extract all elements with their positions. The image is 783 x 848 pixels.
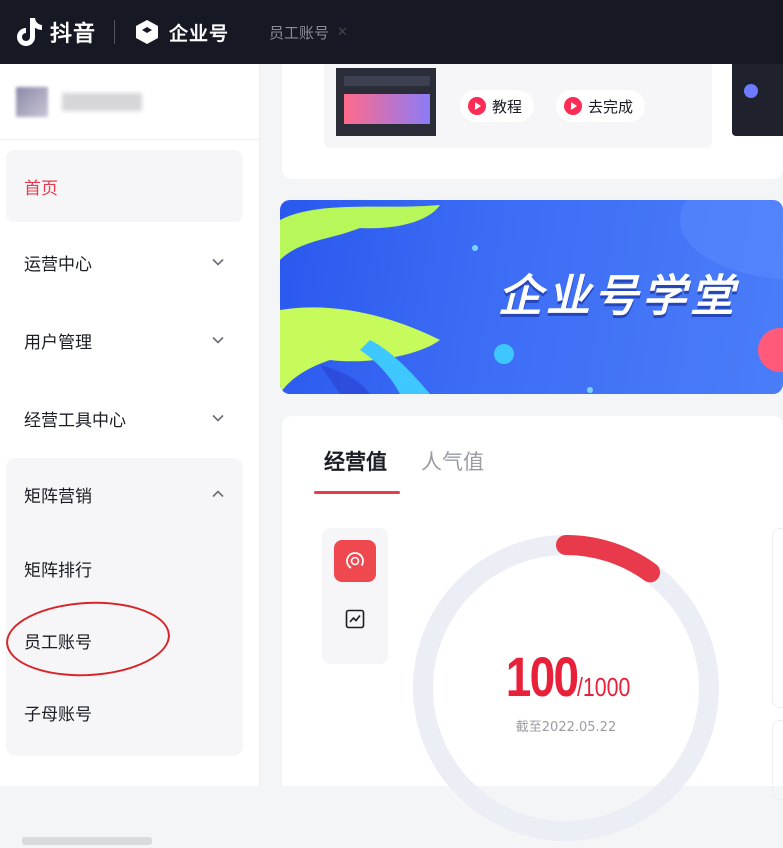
sidebar-item-operations[interactable]: 运营中心 — [6, 224, 243, 300]
sidebar-item-home[interactable]: 首页 — [6, 150, 243, 222]
blurred-label — [22, 837, 152, 845]
enterprise-logo-icon — [136, 20, 159, 44]
chevron-down-icon — [212, 414, 224, 422]
sidebar-item-clipped[interactable] — [22, 834, 222, 848]
task-thumbnail — [336, 68, 436, 136]
gauge-icon — [346, 552, 364, 570]
user-profile[interactable] — [0, 64, 259, 140]
sidebar-group-matrix: 矩阵营销 矩阵排行 员工账号 子母账号 — [6, 458, 243, 756]
sidebar-item-users[interactable]: 用户管理 — [6, 302, 243, 378]
top-bar: 抖音 企业号 员工账号 ✕ — [0, 0, 783, 64]
sidebar-item-label: 矩阵营销 — [24, 486, 92, 507]
tab-label: 员工账号 — [269, 23, 330, 42]
app-icon — [744, 84, 758, 98]
main-content: 教程 去完成 企业号学堂 经营值 人气值 100/1000 截至2022.05.… — [260, 64, 783, 841]
side-panel-2 — [772, 720, 783, 800]
score-max: /1000 — [577, 672, 631, 702]
douyin-brand[interactable]: 抖音 — [14, 16, 96, 48]
complete-label: 去完成 — [588, 97, 634, 116]
sidebar-item-staff-account[interactable]: 员工账号 — [6, 604, 243, 676]
sidebar-item-label: 经营工具中心 — [24, 410, 126, 431]
trend-chart-icon — [345, 609, 365, 629]
side-panel — [772, 528, 783, 708]
douyin-logo-icon — [17, 18, 42, 46]
academy-banner[interactable]: 企业号学堂 — [280, 200, 783, 394]
trend-view-button[interactable] — [334, 598, 376, 640]
task-thumbnail-2 — [732, 64, 783, 136]
username-blurred — [62, 92, 142, 111]
thumbnail-banner — [344, 94, 430, 124]
banner-title: 企业号学堂 — [498, 271, 738, 322]
task-item: 教程 去完成 — [324, 64, 712, 148]
score-display: 100/1000 — [406, 644, 726, 709]
tab-staff-account[interactable]: 员工账号 ✕ — [269, 22, 348, 43]
sidebar-item-parent-child-account[interactable]: 子母账号 — [6, 676, 243, 748]
arrow-right-icon — [564, 97, 582, 115]
chevron-down-icon — [212, 258, 224, 266]
product-name: 企业号 — [169, 22, 230, 45]
score-value: 100 — [505, 645, 578, 708]
task-card: 教程 去完成 — [282, 64, 783, 179]
stats-tabs: 经营值 人气值 — [314, 446, 518, 494]
tutorial-button[interactable]: 教程 — [460, 90, 535, 122]
chevron-up-icon — [212, 490, 224, 498]
view-switcher — [322, 528, 388, 664]
thumbnail-header — [344, 76, 430, 86]
sidebar-item-label: 运营中心 — [24, 254, 92, 275]
sidebar-item-matrix-marketing[interactable]: 矩阵营销 — [6, 458, 243, 530]
complete-button[interactable]: 去完成 — [556, 90, 646, 122]
sidebar-item-label: 首页 — [24, 178, 58, 199]
sidebar-item-business-tools[interactable]: 经营工具中心 — [6, 380, 243, 456]
play-icon — [468, 97, 486, 115]
tab-business-value[interactable]: 经营值 — [314, 446, 400, 494]
chevron-down-icon — [212, 336, 224, 344]
gauge-view-button[interactable] — [334, 540, 376, 582]
avatar — [16, 86, 48, 117]
tutorial-label: 教程 — [492, 97, 523, 116]
score-date: 截至2022.05.22 — [515, 720, 617, 735]
sidebar-nav: 首页 运营中心 用户管理 经营工具中心 矩阵营销 矩阵排行 员工账号 子母账号 — [0, 140, 259, 756]
sidebar-item-label: 用户管理 — [24, 332, 92, 353]
sidebar: 首页 运营中心 用户管理 经营工具中心 矩阵营销 矩阵排行 员工账号 子母账号 — [0, 64, 260, 845]
stats-card: 经营值 人气值 100/1000 截至2022.05.22 — [282, 416, 783, 841]
close-icon[interactable]: ✕ — [337, 25, 348, 40]
sidebar-item-matrix-ranking[interactable]: 矩阵排行 — [6, 532, 243, 604]
tab-popularity-value[interactable]: 人气值 — [421, 446, 484, 494]
brand-name: 抖音 — [50, 22, 97, 47]
brand-divider — [114, 20, 116, 44]
